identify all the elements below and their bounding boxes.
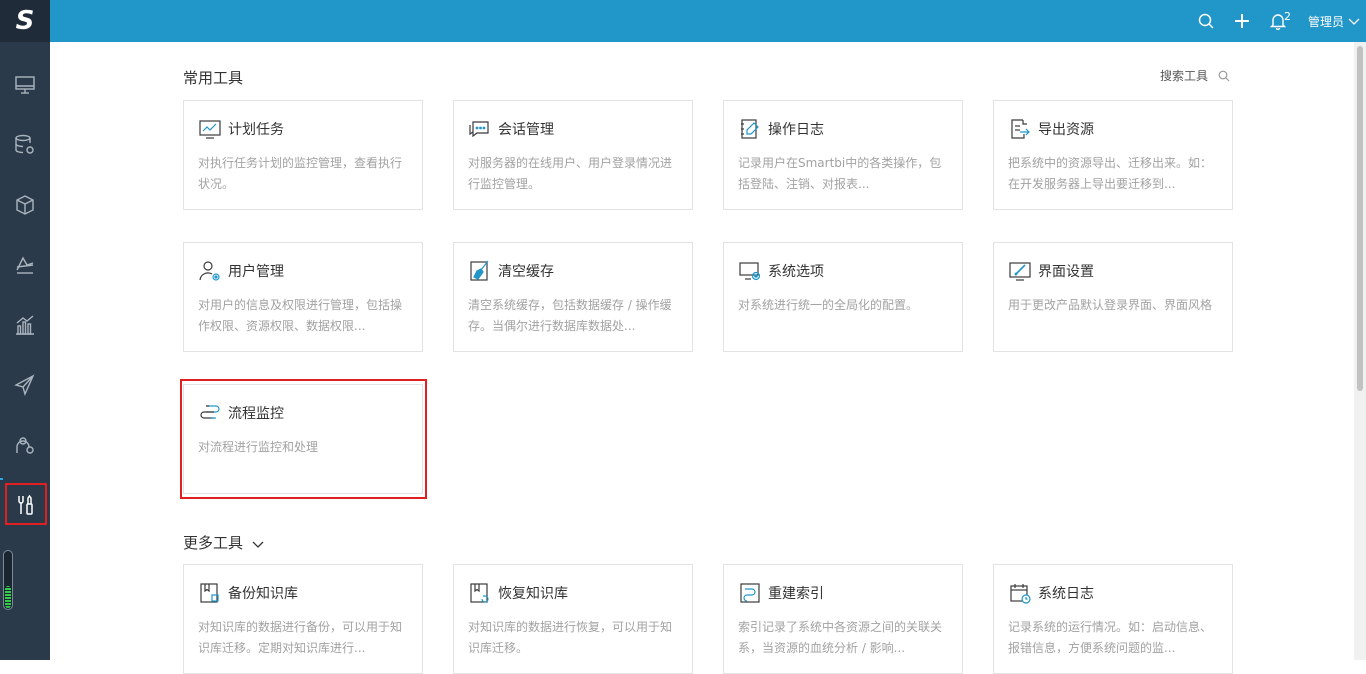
card-title: 用户管理 bbox=[228, 264, 284, 280]
sidebar-item-user-graph[interactable] bbox=[0, 420, 50, 470]
card-description: 记录用户在Smartbi中的各类操作，包括登陆、注销、对报表... bbox=[738, 156, 942, 191]
card-description: 对流程进行监控和处理 bbox=[198, 440, 319, 454]
card-title: 操作日志 bbox=[768, 122, 824, 138]
user-gear-icon bbox=[198, 259, 222, 283]
tool-card-flow-monitor[interactable]: 流程监控 对流程进行监控和处理 bbox=[183, 384, 423, 494]
tool-card-rebuild-index[interactable]: 重建索引 索引记录了系统中各资源之间的关联关系，当资源的血统分析 / 影响... bbox=[723, 564, 963, 674]
status-meter-fill bbox=[5, 586, 11, 608]
chat-icon bbox=[468, 117, 492, 141]
broom-icon bbox=[468, 259, 492, 283]
add-button[interactable] bbox=[1224, 0, 1260, 42]
tool-card-user-management[interactable]: 用户管理 对用户的信息及权限进行管理，包括操作权限、资源权限、数据权限... bbox=[183, 242, 423, 352]
sidebar-item-database[interactable] bbox=[0, 120, 50, 170]
user-menu[interactable]: 管理员 bbox=[1296, 0, 1366, 42]
card-description: 对知识库的数据进行恢复，可以用于知识库迁移。 bbox=[468, 620, 673, 655]
chart-screen-icon bbox=[198, 117, 222, 141]
scrollbar[interactable] bbox=[1354, 42, 1366, 660]
logo-text: S bbox=[15, 6, 35, 36]
screen-gear-icon bbox=[738, 259, 762, 283]
backup-icon bbox=[198, 581, 222, 605]
chevron-down-icon bbox=[252, 541, 264, 548]
more-tools-label: 更多工具 bbox=[183, 534, 244, 552]
section-title-common-tools: 常用工具 bbox=[183, 69, 244, 87]
index-icon bbox=[738, 581, 762, 605]
card-title: 系统日志 bbox=[1038, 586, 1094, 602]
card-description: 把系统中的资源导出、迁移出来。如：在开发服务器上导出要迁移到... bbox=[1008, 156, 1213, 191]
cube-icon bbox=[16, 195, 34, 215]
monitor-icon bbox=[15, 76, 35, 94]
database-settings-icon bbox=[15, 134, 34, 154]
sidebar-item-send[interactable] bbox=[0, 360, 50, 410]
sidebar-highlight-box bbox=[5, 483, 47, 525]
status-meter bbox=[3, 550, 13, 610]
screen-brush-icon bbox=[1008, 259, 1032, 283]
user-graph-icon bbox=[16, 437, 34, 454]
card-title: 流程监控 bbox=[228, 406, 284, 422]
card-description: 记录系统的运行情况。如：启动信息、报错信息，方便系统问题的监... bbox=[1008, 620, 1213, 655]
tool-card-operation-log[interactable]: 操作日志 记录用户在Smartbi中的各类操作，包括登陆、注销、对报表... bbox=[723, 100, 963, 210]
sidebar-item-monitor[interactable] bbox=[0, 60, 50, 110]
topbar-actions: 2 管理员 bbox=[1188, 0, 1366, 42]
tool-card-ui-settings[interactable]: 界面设置 用于更改产品默认登录界面、界面风格 bbox=[993, 242, 1233, 352]
analysis-icon bbox=[16, 256, 34, 274]
search-button[interactable] bbox=[1188, 0, 1224, 42]
card-title: 计划任务 bbox=[228, 122, 284, 138]
bar-chart-icon bbox=[16, 315, 34, 335]
logo[interactable]: S bbox=[0, 0, 50, 42]
tool-card-backup-repository[interactable]: 备份知识库 对知识库的数据进行备份，可以用于知识库迁移。定期对知识库进行... bbox=[183, 564, 423, 674]
tool-card-system-options[interactable]: 系统选项 对系统进行统一的全局化的配置。 bbox=[723, 242, 963, 352]
topbar: 2 管理员 bbox=[50, 0, 1366, 42]
card-description: 索引记录了系统中各资源之间的关联关系，当资源的血统分析 / 影响... bbox=[738, 620, 943, 655]
card-title: 系统选项 bbox=[768, 264, 824, 280]
sidebar: S bbox=[0, 0, 50, 660]
tool-card-system-log[interactable]: 系统日志 记录系统的运行情况。如：启动信息、报错信息，方便系统问题的监... bbox=[993, 564, 1233, 674]
section-title-more-tools[interactable]: 更多工具 bbox=[183, 532, 264, 553]
sidebar-item-chart[interactable] bbox=[0, 300, 50, 350]
export-icon bbox=[1008, 117, 1032, 141]
flow-icon bbox=[198, 401, 222, 425]
card-title: 导出资源 bbox=[1038, 122, 1094, 138]
card-title: 清空缓存 bbox=[498, 264, 554, 280]
notifications-button[interactable]: 2 bbox=[1260, 0, 1296, 42]
card-description: 对服务器的在线用户、用户登录情况进行监控管理。 bbox=[468, 156, 673, 191]
card-description: 对执行任务计划的监控管理，查看执行状况。 bbox=[198, 156, 403, 191]
tool-card-export-resource[interactable]: 导出资源 把系统中的资源导出、迁移出来。如：在开发服务器上导出要迁移到... bbox=[993, 100, 1233, 210]
card-description: 清空系统缓存，包括数据缓存 / 操作缓存。当偶尔进行数据库数据处... bbox=[468, 298, 672, 333]
sidebar-item-cube[interactable] bbox=[0, 180, 50, 230]
search-icon bbox=[1198, 13, 1214, 29]
user-name: 管理员 bbox=[1307, 14, 1344, 29]
calendar-clock-icon bbox=[1008, 581, 1032, 605]
search-icon bbox=[1218, 70, 1230, 81]
chevron-down-icon bbox=[1348, 18, 1360, 25]
tool-card-plan-task[interactable]: 计划任务 对执行任务计划的监控管理，查看执行状况。 bbox=[183, 100, 423, 210]
card-title: 恢复知识库 bbox=[498, 586, 568, 602]
card-description: 对用户的信息及权限进行管理，包括操作权限、资源权限、数据权限... bbox=[198, 298, 403, 333]
card-title: 重建索引 bbox=[768, 586, 824, 602]
plus-icon bbox=[1234, 14, 1249, 28]
tool-card-clear-cache[interactable]: 清空缓存 清空系统缓存，包括数据缓存 / 操作缓存。当偶尔进行数据库数据处... bbox=[453, 242, 693, 352]
sidebar-item-analysis[interactable] bbox=[0, 240, 50, 290]
card-title: 会话管理 bbox=[498, 122, 554, 138]
paper-plane-icon bbox=[14, 374, 35, 397]
search-tools-label: 搜索工具 bbox=[1160, 69, 1209, 83]
tool-card-session[interactable]: 会话管理 对服务器的在线用户、用户登录情况进行监控管理。 bbox=[453, 100, 693, 210]
scrollbar-thumb[interactable] bbox=[1357, 46, 1363, 391]
search-tools-link[interactable]: 搜索工具 bbox=[1160, 67, 1230, 84]
restore-icon bbox=[468, 581, 492, 605]
notebook-pen-icon bbox=[738, 117, 762, 141]
tool-card-restore-repository[interactable]: 恢复知识库 对知识库的数据进行恢复，可以用于知识库迁移。 bbox=[453, 564, 693, 674]
notification-count: 2 bbox=[1283, 10, 1291, 23]
card-description: 对系统进行统一的全局化的配置。 bbox=[738, 298, 919, 312]
card-description: 用于更改产品默认登录界面、界面风格 bbox=[1008, 298, 1213, 312]
card-title: 备份知识库 bbox=[228, 586, 298, 602]
card-title: 界面设置 bbox=[1038, 264, 1094, 280]
card-description: 对知识库的数据进行备份，可以用于知识库迁移。定期对知识库进行... bbox=[198, 620, 403, 655]
